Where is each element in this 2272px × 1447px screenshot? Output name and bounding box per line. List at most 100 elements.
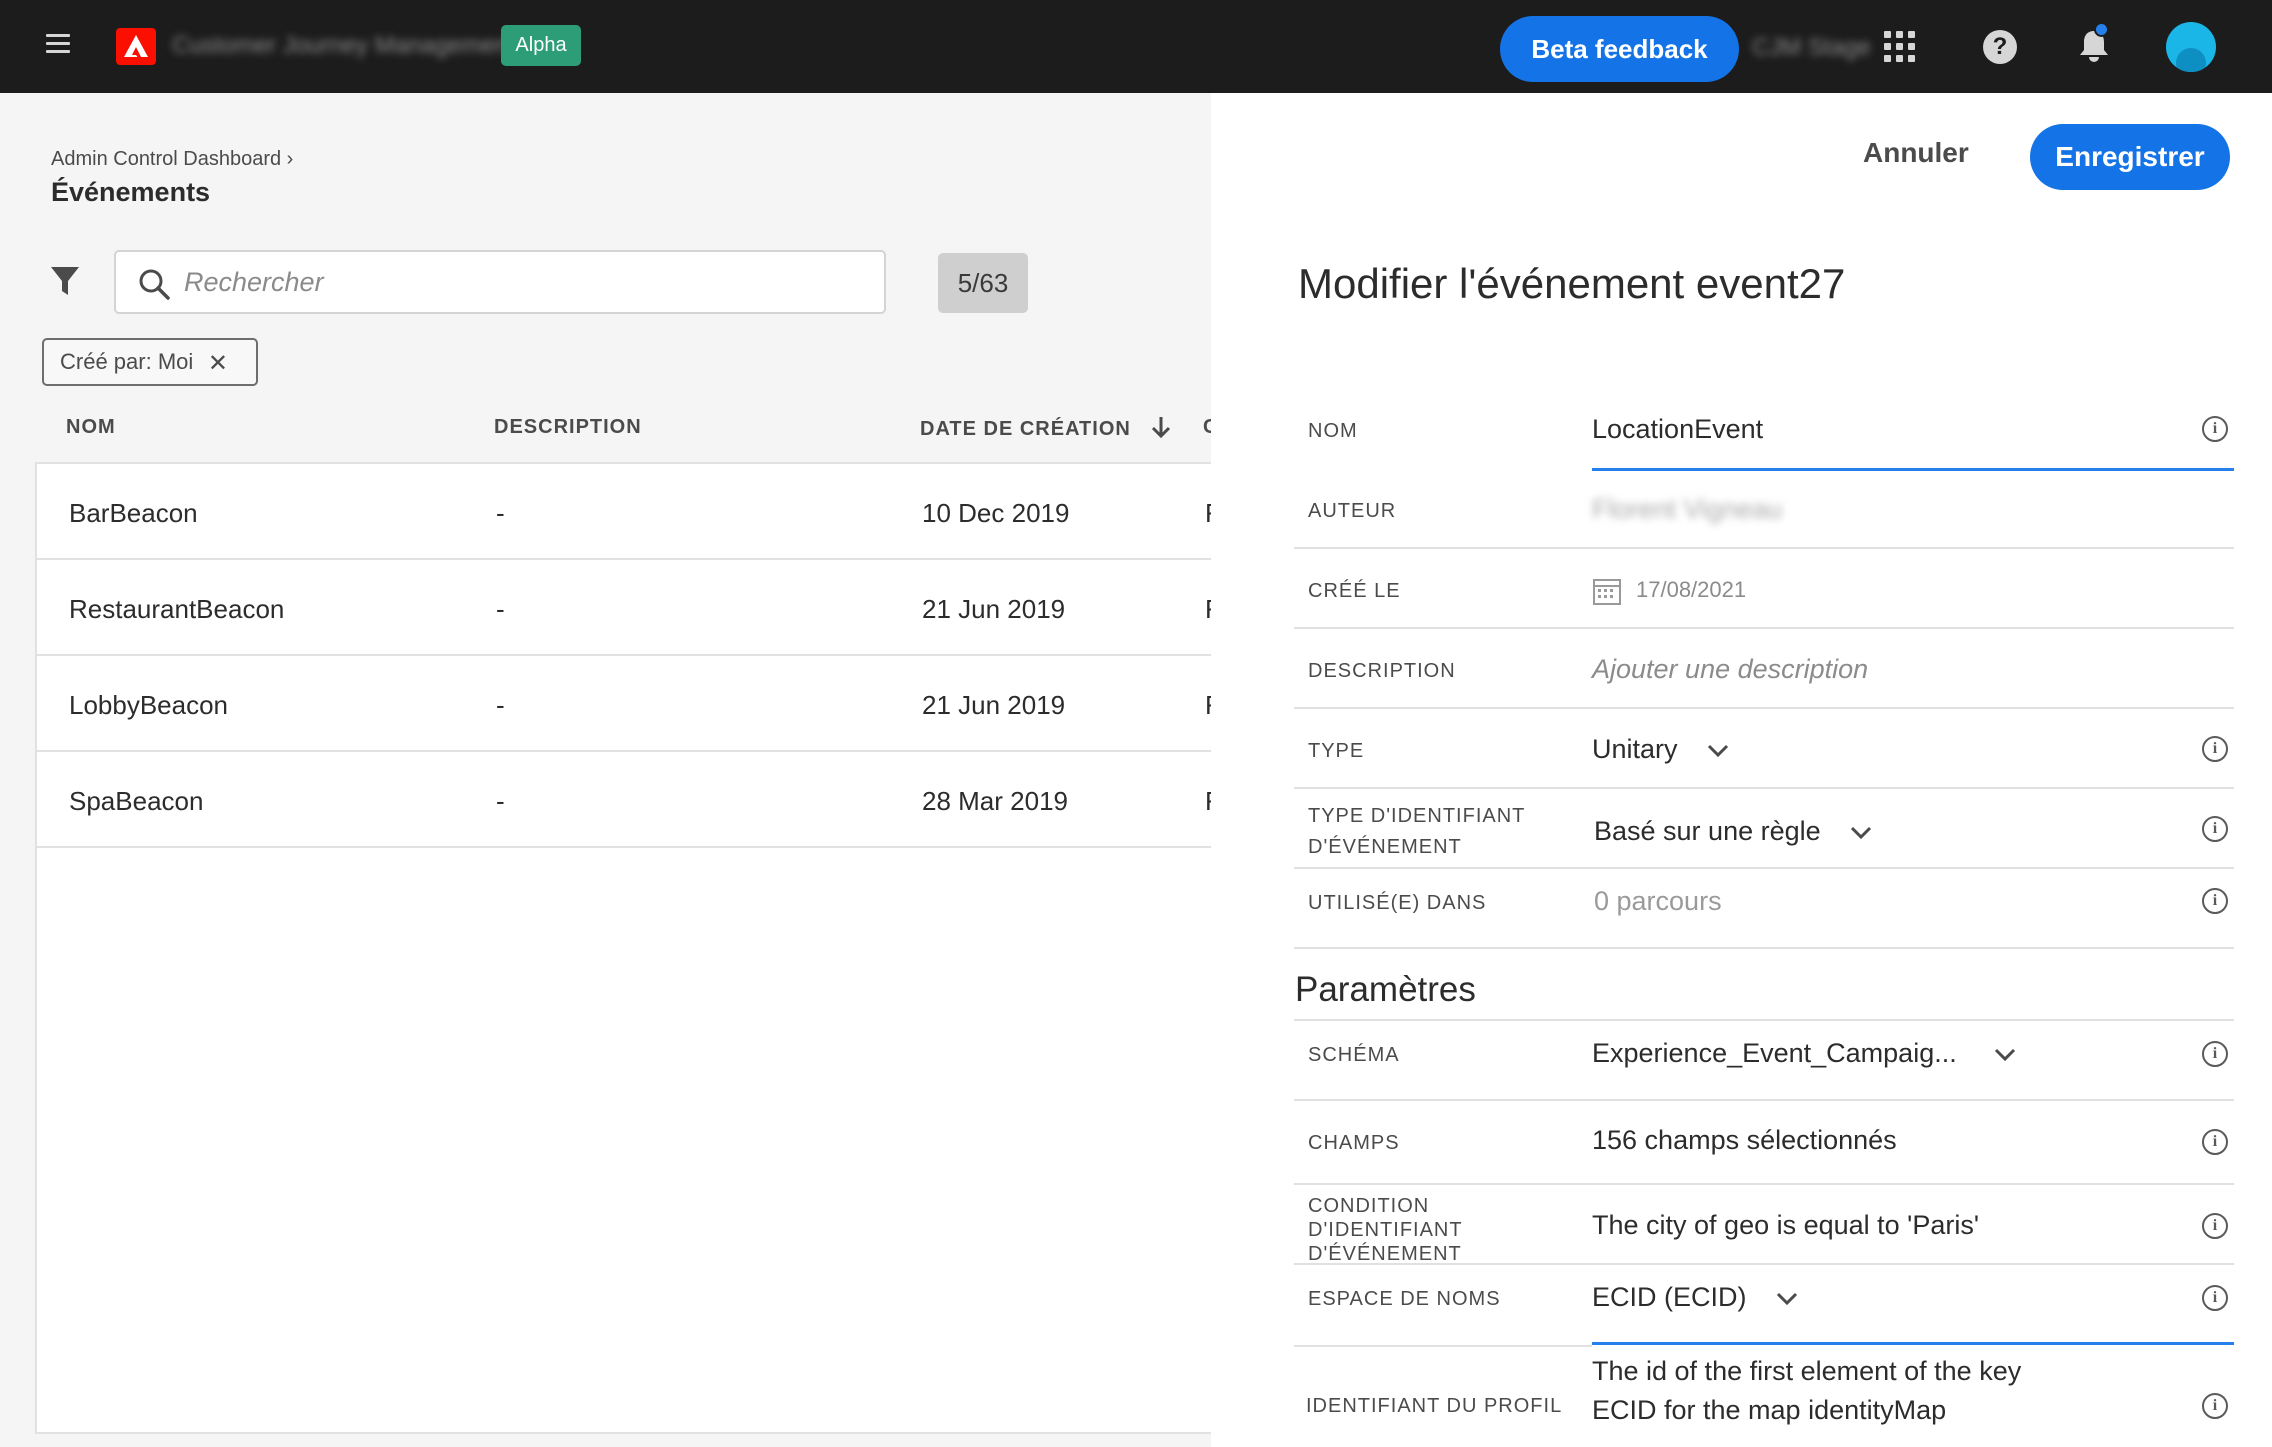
help-icon[interactable]: ? xyxy=(1983,30,2017,64)
chevron-down-icon xyxy=(1995,1048,2016,1061)
cell-description: - xyxy=(496,498,505,528)
info-icon[interactable]: i xyxy=(2202,1129,2228,1155)
field-label-line-1: TYPE D'IDENTIFIANT xyxy=(1308,805,1526,827)
field-label: CHAMPS xyxy=(1308,1132,1400,1154)
app-name[interactable]: Customer Journey Management xyxy=(172,32,515,60)
search-box[interactable] xyxy=(114,250,886,314)
breadcrumb[interactable]: Admin Control Dashboard › xyxy=(51,148,293,171)
condition-link[interactable]: The city of geo is equal to 'Paris' xyxy=(1592,1207,1979,1243)
table-row[interactable]: SpaBeacon - 28 Mar 2019 F xyxy=(37,752,1221,848)
cell-description: - xyxy=(496,786,505,816)
field-event-id-type: TYPE D'IDENTIFIANT D'ÉVÉNEMENT Basé sur … xyxy=(1294,789,2234,869)
field-label: TYPE xyxy=(1308,740,1365,762)
event-id-type-dropdown[interactable]: Basé sur une règle xyxy=(1594,813,1872,849)
profile-id-value-line-2[interactable]: ECID for the map identityMap xyxy=(1592,1392,1946,1428)
chevron-down-icon xyxy=(1707,744,1729,757)
field-label-line-1: CONDITION xyxy=(1308,1195,1430,1217)
edit-event-panel: Annuler Enregistrer Modifier l'événement… xyxy=(1211,93,2272,1447)
field-label: AUTEUR xyxy=(1308,500,1397,522)
cell-name: SpaBeacon xyxy=(69,786,204,816)
focus-underline xyxy=(1592,1342,2234,1345)
info-icon[interactable]: i xyxy=(2202,1285,2228,1311)
event-id-type-value: Basé sur une règle xyxy=(1594,816,1821,846)
info-icon[interactable]: i xyxy=(2202,1041,2228,1067)
chevron-down-icon xyxy=(1776,1292,1798,1305)
field-label-line-3: D'ÉVÉNEMENT xyxy=(1308,1243,1462,1265)
chevron-down-icon xyxy=(1851,826,1872,839)
page-title: Événements xyxy=(51,177,211,207)
column-header-name[interactable]: NOM xyxy=(66,416,116,439)
events-table: BarBeacon - 10 Dec 2019 F RestaurantBeac… xyxy=(35,462,1221,1434)
calendar-icon xyxy=(1593,579,1621,606)
field-label-line-2: D'ÉVÉNEMENT xyxy=(1308,836,1462,858)
info-icon[interactable]: i xyxy=(2202,888,2228,914)
field-label: DESCRIPTION xyxy=(1308,660,1456,682)
top-bar: Customer Journey Management Alpha Beta f… xyxy=(0,0,2272,93)
cell-name: RestaurantBeacon xyxy=(69,594,285,624)
result-count: 5/63 xyxy=(938,253,1028,313)
cancel-button[interactable]: Annuler xyxy=(1863,137,1969,169)
parameters-section-title: Paramètres xyxy=(1295,970,1476,1009)
field-label: IDENTIFIANT DU PROFIL xyxy=(1306,1395,1563,1417)
type-dropdown[interactable]: Unitary xyxy=(1592,731,1729,767)
column-header-description[interactable]: DESCRIPTION xyxy=(494,416,642,439)
schema-dropdown-value: Experience_Event_Campaig... xyxy=(1592,1038,1957,1068)
field-event-id-condition: CONDITION D'IDENTIFIANT D'ÉVÉNEMENT The … xyxy=(1294,1185,2234,1265)
field-namespace: ESPACE DE NOMS ECID (ECID) i xyxy=(1294,1265,2234,1345)
field-label: UTILISÉ(E) DANS xyxy=(1308,892,1487,914)
namespace-dropdown[interactable]: ECID (ECID) xyxy=(1592,1279,1798,1315)
field-schema: SCHÉMA Experience_Event_Campaig... i xyxy=(1294,1021,2234,1101)
cell-created: 21 Jun 2019 xyxy=(922,594,1066,624)
search-input[interactable] xyxy=(184,262,874,302)
schema-dropdown[interactable]: Experience_Event_Campaig... xyxy=(1592,1035,2016,1071)
field-author: AUTEUR Florent Vigneau xyxy=(1294,469,2234,549)
field-name: NOM LocationEvent i xyxy=(1294,389,2234,471)
org-switcher[interactable]: CJM Stage xyxy=(1752,34,1871,62)
field-created: CRÉÉ LE 17/08/2021 xyxy=(1294,549,2234,629)
field-label: ESPACE DE NOMS xyxy=(1308,1288,1501,1310)
beta-feedback-button[interactable]: Beta feedback xyxy=(1500,16,1739,82)
field-label-line-2: D'IDENTIFIANT xyxy=(1308,1219,1463,1241)
events-list-panel: Admin Control Dashboard › Événements 5/6… xyxy=(0,93,1221,1447)
cell-name: BarBeacon xyxy=(69,498,198,528)
filter-icon[interactable] xyxy=(50,265,80,297)
field-profile-id: IDENTIFIANT DU PROFIL The id of the firs… xyxy=(1294,1347,2234,1447)
table-row[interactable]: BarBeacon - 10 Dec 2019 F xyxy=(37,464,1221,560)
table-row[interactable]: RestaurantBeacon - 21 Jun 2019 F xyxy=(37,560,1221,656)
info-icon[interactable]: i xyxy=(2202,816,2228,842)
hamburger-menu-icon[interactable] xyxy=(46,34,70,56)
name-input[interactable]: LocationEvent xyxy=(1592,411,1763,447)
alpha-badge: Alpha xyxy=(501,25,581,66)
field-description: DESCRIPTION Ajouter une description xyxy=(1294,629,2234,709)
sort-descending-icon[interactable] xyxy=(1151,416,1171,439)
table-row[interactable]: LobbyBeacon - 21 Jun 2019 F xyxy=(37,656,1221,752)
cell-description: - xyxy=(496,594,505,624)
info-icon[interactable]: i xyxy=(2202,1393,2228,1419)
profile-id-value-line-1[interactable]: The id of the first element of the key xyxy=(1592,1353,2021,1389)
used-in-link[interactable]: 0 parcours xyxy=(1594,883,1722,919)
search-icon xyxy=(139,269,170,300)
column-header-created[interactable]: DATE DE CRÉATION xyxy=(920,416,1171,441)
field-label: NOM xyxy=(1308,420,1358,442)
author-value: Florent Vigneau xyxy=(1592,494,1783,524)
info-icon[interactable]: i xyxy=(2202,736,2228,762)
cell-created: 10 Dec 2019 xyxy=(922,498,1070,528)
save-button[interactable]: Enregistrer xyxy=(2030,124,2230,190)
apps-grid-icon[interactable] xyxy=(1884,31,1916,63)
user-avatar[interactable] xyxy=(2166,22,2216,72)
field-fields: CHAMPS 156 champs sélectionnés i xyxy=(1294,1101,2234,1185)
edit-event-title: Modifier l'événement event27 xyxy=(1298,260,1846,307)
cell-created: 28 Mar 2019 xyxy=(922,786,1068,816)
notification-dot xyxy=(2094,22,2109,37)
namespace-dropdown-value: ECID (ECID) xyxy=(1592,1282,1747,1312)
filter-chip-created-by: Créé par: Moi ✕ xyxy=(42,338,258,386)
description-input[interactable]: Ajouter une description xyxy=(1592,651,1868,687)
selected-fields-link[interactable]: 156 champs sélectionnés xyxy=(1592,1122,1897,1158)
adobe-logo-icon[interactable] xyxy=(116,28,156,65)
info-icon[interactable]: i xyxy=(2202,1213,2228,1239)
info-icon[interactable]: i xyxy=(2202,416,2228,442)
field-label: CRÉÉ LE xyxy=(1308,580,1401,602)
field-type: TYPE Unitary i xyxy=(1294,709,2234,789)
created-date-text: 17/08/2021 xyxy=(1636,577,1747,602)
chip-close-icon[interactable]: ✕ xyxy=(208,349,228,378)
